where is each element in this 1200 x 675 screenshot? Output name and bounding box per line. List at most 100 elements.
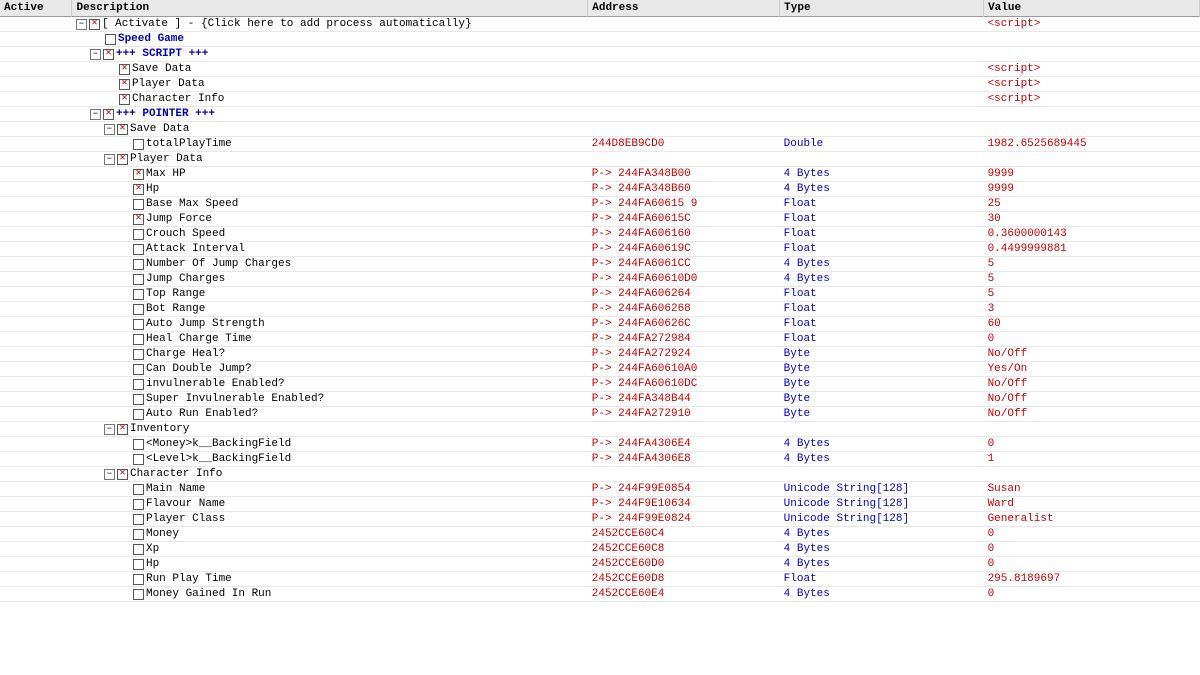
table-row[interactable]: Heal Charge TimeP-> 244FA272984Float0 [0, 332, 1200, 347]
expand-button[interactable]: − [104, 424, 115, 435]
type-cell: 4 Bytes [780, 257, 984, 272]
row-checkbox[interactable] [133, 529, 144, 540]
table-row[interactable]: ✕HpP-> 244FA348B604 Bytes9999 [0, 182, 1200, 197]
row-checkbox[interactable] [133, 349, 144, 360]
row-checkbox[interactable] [133, 259, 144, 270]
expand-button[interactable]: − [90, 109, 101, 120]
val-cell: 0.3600000143 [984, 227, 1200, 242]
desc-cell: totalPlayTime [72, 137, 588, 152]
row-checkbox[interactable] [133, 514, 144, 525]
expand-button[interactable]: − [104, 154, 115, 165]
row-checkbox[interactable] [133, 454, 144, 465]
row-checkbox[interactable]: ✕ [133, 214, 144, 225]
table-row[interactable]: ✕Max HPP-> 244FA348B004 Bytes9999 [0, 167, 1200, 182]
table-row[interactable]: −✕+++ SCRIPT +++ [0, 47, 1200, 62]
table-row[interactable]: −✕Character Info [0, 467, 1200, 482]
expand-button[interactable]: − [104, 469, 115, 480]
table-row[interactable]: Player ClassP-> 244F99E0824Unicode Strin… [0, 512, 1200, 527]
row-checkbox[interactable]: ✕ [89, 19, 100, 30]
table-row[interactable]: Crouch SpeedP-> 244FA606160Float0.360000… [0, 227, 1200, 242]
desc-text: Speed Game [118, 33, 184, 45]
row-checkbox[interactable] [133, 439, 144, 450]
table-row[interactable]: −✕Player Data [0, 152, 1200, 167]
row-checkbox[interactable]: ✕ [133, 169, 144, 180]
table-row[interactable]: Top RangeP-> 244FA606264Float5 [0, 287, 1200, 302]
table-row[interactable]: totalPlayTime244D8EB9CD0Double1982.65256… [0, 137, 1200, 152]
table-row[interactable]: ✕Character Info<script> [0, 92, 1200, 107]
row-checkbox[interactable] [105, 34, 116, 45]
row-checkbox[interactable] [133, 379, 144, 390]
val-cell: 1 [984, 452, 1200, 467]
table-row[interactable]: Money Gained In Run2452CCE60E44 Bytes0 [0, 587, 1200, 602]
addr-cell: 2452CCE60E4 [588, 587, 780, 602]
row-checkbox[interactable]: ✕ [133, 184, 144, 195]
active-cell [0, 362, 72, 377]
row-checkbox[interactable]: ✕ [117, 124, 128, 135]
table-row[interactable]: Hp2452CCE60D04 Bytes0 [0, 557, 1200, 572]
table-row[interactable]: −✕[ Activate ] - {Click here to add proc… [0, 17, 1200, 32]
row-checkbox[interactable] [133, 589, 144, 600]
row-checkbox[interactable]: ✕ [117, 154, 128, 165]
table-row[interactable]: Auto Run Enabled?P-> 244FA272910ByteNo/O… [0, 407, 1200, 422]
type-cell [780, 62, 984, 77]
type-cell: Byte [780, 407, 984, 422]
table-row[interactable]: Number Of Jump ChargesP-> 244FA6061CC4 B… [0, 257, 1200, 272]
table-row[interactable]: Xp2452CCE60C84 Bytes0 [0, 542, 1200, 557]
row-checkbox[interactable] [133, 229, 144, 240]
row-checkbox[interactable] [133, 199, 144, 210]
table-row[interactable]: Main NameP-> 244F99E0854Unicode String[1… [0, 482, 1200, 497]
table-row[interactable]: <Level>k__BackingFieldP-> 244FA4306E84 B… [0, 452, 1200, 467]
desc-cell: Flavour Name [72, 497, 588, 512]
row-checkbox[interactable]: ✕ [119, 94, 130, 105]
row-checkbox[interactable]: ✕ [117, 424, 128, 435]
table-row[interactable]: <Money>k__BackingFieldP-> 244FA4306E44 B… [0, 437, 1200, 452]
row-checkbox[interactable]: ✕ [119, 79, 130, 90]
row-checkbox[interactable] [133, 409, 144, 420]
table-row[interactable]: Charge Heal?P-> 244FA272924ByteNo/Off [0, 347, 1200, 362]
row-checkbox[interactable]: ✕ [103, 109, 114, 120]
table-row[interactable]: Bot RangeP-> 244FA606268Float3 [0, 302, 1200, 317]
row-checkbox[interactable] [133, 244, 144, 255]
val-cell: Ward [984, 497, 1200, 512]
table-row[interactable]: ✕Player Data<script> [0, 77, 1200, 92]
row-checkbox[interactable]: ✕ [117, 469, 128, 480]
table-header: Active Description Address Type Value [0, 0, 1200, 17]
val-cell: No/Off [984, 347, 1200, 362]
table-row[interactable]: Run Play Time2452CCE60D8Float295.8189697 [0, 572, 1200, 587]
table-row[interactable]: ✕Jump ForceP-> 244FA60615CFloat30 [0, 212, 1200, 227]
row-checkbox[interactable] [133, 574, 144, 585]
table-row[interactable]: invulnerable Enabled?P-> 244FA60610DCByt… [0, 377, 1200, 392]
val-cell: No/Off [984, 407, 1200, 422]
table-row[interactable]: Speed Game [0, 32, 1200, 47]
row-checkbox[interactable] [133, 364, 144, 375]
row-checkbox[interactable] [133, 319, 144, 330]
table-row[interactable]: Attack IntervalP-> 244FA60619CFloat0.449… [0, 242, 1200, 257]
row-checkbox[interactable]: ✕ [103, 49, 114, 60]
expand-button[interactable]: − [90, 49, 101, 60]
row-checkbox[interactable] [133, 334, 144, 345]
row-checkbox[interactable] [133, 289, 144, 300]
row-checkbox[interactable] [133, 559, 144, 570]
expand-button[interactable]: − [76, 19, 87, 30]
table-row[interactable]: Money2452CCE60C44 Bytes0 [0, 527, 1200, 542]
active-cell [0, 77, 72, 92]
table-row[interactable]: −✕Inventory [0, 422, 1200, 437]
table-row[interactable]: Can Double Jump?P-> 244FA60610A0ByteYes/… [0, 362, 1200, 377]
expand-button[interactable]: − [104, 124, 115, 135]
row-checkbox[interactable] [133, 394, 144, 405]
row-checkbox[interactable] [133, 499, 144, 510]
table-row[interactable]: −✕+++ POINTER +++ [0, 107, 1200, 122]
row-checkbox[interactable] [133, 139, 144, 150]
table-row[interactable]: Base Max SpeedP-> 244FA60615 9Float25 [0, 197, 1200, 212]
table-row[interactable]: Flavour NameP-> 244F9E10634Unicode Strin… [0, 497, 1200, 512]
row-checkbox[interactable] [133, 274, 144, 285]
table-row[interactable]: Jump ChargesP-> 244FA60610D04 Bytes5 [0, 272, 1200, 287]
table-row[interactable]: ✕Save Data<script> [0, 62, 1200, 77]
table-row[interactable]: Super Invulnerable Enabled?P-> 244FA348B… [0, 392, 1200, 407]
row-checkbox[interactable] [133, 544, 144, 555]
row-checkbox[interactable] [133, 304, 144, 315]
row-checkbox[interactable]: ✕ [119, 64, 130, 75]
row-checkbox[interactable] [133, 484, 144, 495]
table-row[interactable]: Auto Jump StrengthP-> 244FA60626CFloat60 [0, 317, 1200, 332]
table-row[interactable]: −✕Save Data [0, 122, 1200, 137]
